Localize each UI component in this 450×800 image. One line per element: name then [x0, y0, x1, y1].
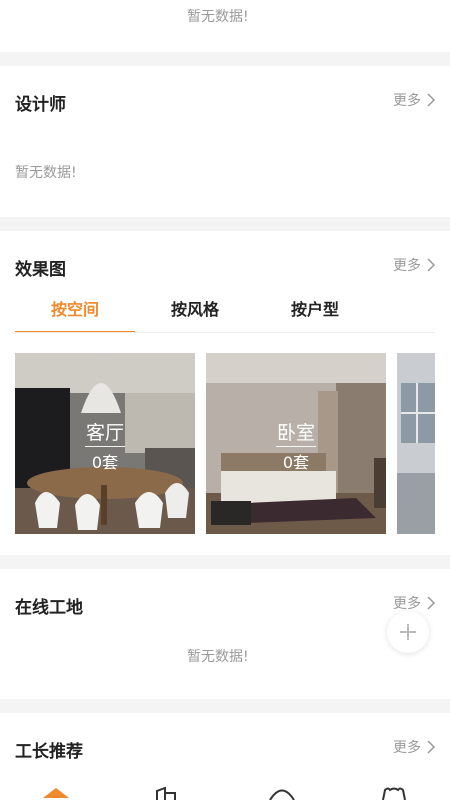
message-icon[interactable] [268, 787, 296, 800]
rendering-card-living-room[interactable]: 客厅 0套 [15, 353, 195, 534]
empty-message: 暂无数据! [187, 9, 249, 25]
bottom-nav [0, 784, 450, 800]
rendering-card-list: 客厅 0套 卧室 0套 [15, 353, 435, 534]
foremen-more-link[interactable]: 更多 [393, 737, 436, 757]
more-label: 更多 [393, 596, 421, 612]
top-section: 暂无数据! [0, 0, 450, 52]
rendering-card-partial[interactable] [397, 353, 435, 534]
card-count: 0套 [91, 453, 119, 472]
chevron-right-icon [427, 740, 436, 754]
tabs-divider [15, 332, 435, 333]
profile-icon[interactable] [380, 787, 408, 800]
empty-message: 暂无数据! [15, 165, 77, 181]
plus-icon [400, 624, 416, 640]
section-title: 工长推荐 [15, 742, 83, 762]
chevron-right-icon [427, 258, 436, 272]
tab-by-layout[interactable]: 按户型 [255, 293, 375, 333]
more-label: 更多 [393, 258, 421, 274]
empty-message: 暂无数据! [187, 649, 249, 665]
renderings-more-link[interactable]: 更多 [393, 255, 436, 275]
tab-by-style[interactable]: 按风格 [135, 293, 255, 333]
add-button[interactable] [387, 611, 429, 653]
card-divider [276, 446, 316, 447]
room-image [397, 353, 435, 534]
more-label: 更多 [393, 740, 421, 756]
designers-section: 设计师 更多 暂无数据! [0, 66, 450, 217]
card-room-name: 客厅 [85, 422, 124, 444]
renderings-section: 效果图 更多 按空间 按风格 按户型 客厅 0套 卧室 0套 [0, 231, 450, 555]
sites-more-link[interactable]: 更多 [393, 593, 436, 613]
rendering-tabs: 按空间 按风格 按户型 [15, 293, 375, 333]
card-divider [85, 446, 125, 447]
section-title: 效果图 [15, 260, 66, 280]
card-count: 0套 [282, 453, 310, 472]
rendering-card-bedroom[interactable]: 卧室 0套 [206, 353, 386, 534]
section-title: 设计师 [15, 95, 66, 115]
home-icon[interactable] [43, 788, 69, 800]
building-icon[interactable] [155, 787, 181, 800]
sites-section: 在线工地 更多 暂无数据! [0, 569, 450, 699]
chevron-right-icon [427, 596, 436, 610]
designers-more-link[interactable]: 更多 [393, 90, 436, 110]
chevron-right-icon [427, 93, 436, 107]
section-title: 在线工地 [15, 598, 83, 618]
more-label: 更多 [393, 93, 421, 109]
card-room-name: 卧室 [276, 422, 315, 444]
tab-by-space[interactable]: 按空间 [15, 293, 135, 333]
